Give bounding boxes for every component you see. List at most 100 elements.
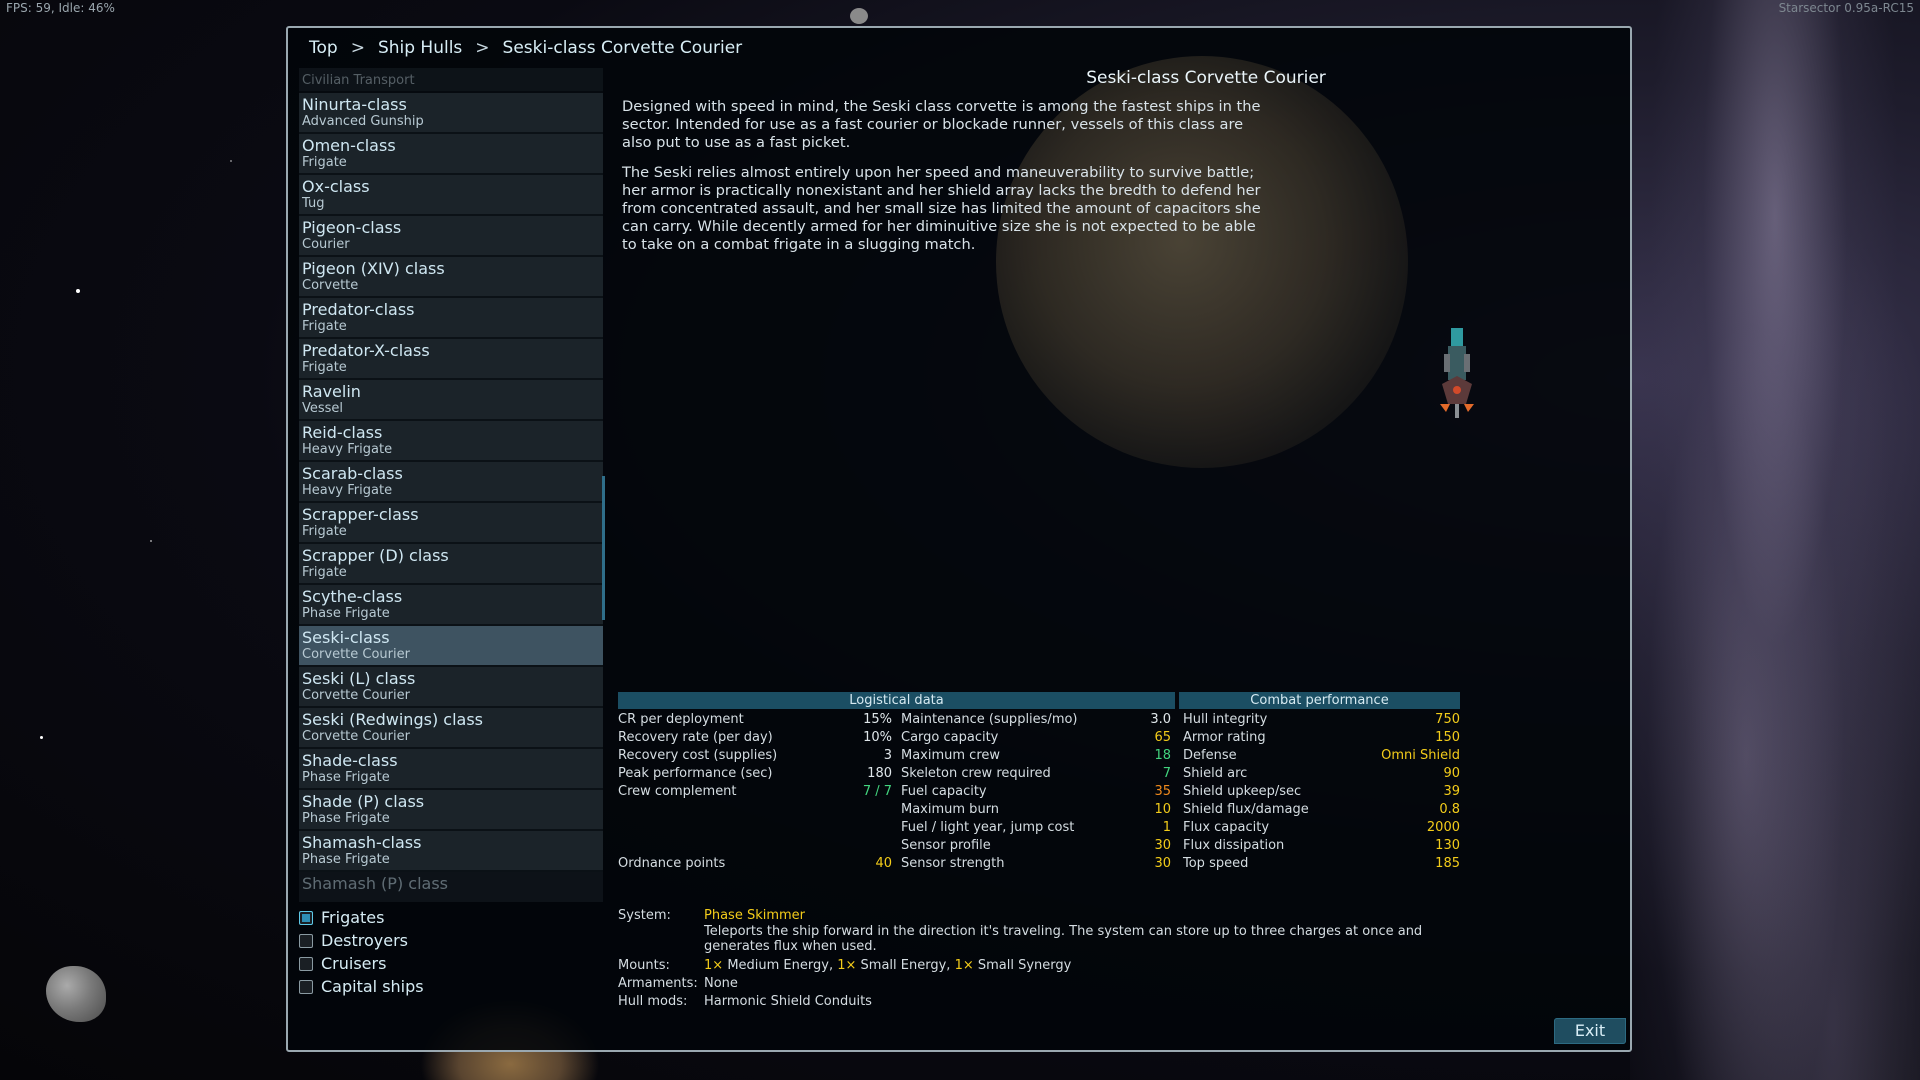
stat-value: 2000 — [1426, 820, 1460, 835]
stat-label: Fuel capacity — [901, 784, 987, 799]
breadcrumb-top[interactable]: Top — [309, 38, 338, 58]
stat-label: Top speed — [1183, 856, 1249, 871]
stat-row: Defense Omni Shield — [1183, 748, 1460, 766]
stat-row: Maximum crew 18 — [901, 748, 1171, 766]
list-scrollbar[interactable] — [602, 476, 605, 620]
ship-list-item-name: Reid-class — [302, 423, 383, 442]
stat-value: 40 — [875, 856, 892, 871]
ship-list-item[interactable]: Shamash (P) class — [299, 872, 603, 902]
ship-list-item[interactable]: Civilian Transport — [299, 68, 603, 93]
stat-row: Flux capacity 2000 — [1183, 820, 1460, 838]
ship-list-item-name: Predator-class — [302, 300, 415, 319]
checkbox-icon[interactable] — [299, 934, 313, 948]
stat-value: 18 — [1154, 748, 1171, 763]
stat-row — [618, 820, 892, 838]
ship-list-item-name: Shamash-class — [302, 833, 422, 852]
filter-checkbox-capital-ships[interactable]: Capital ships — [299, 977, 499, 999]
ship-list-item[interactable]: Scrapper-class Frigate — [299, 503, 603, 544]
stat-label: Recovery cost (supplies) — [618, 748, 778, 763]
ship-list-item[interactable]: Seski (Redwings) class Corvette Courier — [299, 708, 603, 749]
stat-label: Shield arc — [1183, 766, 1248, 781]
stat-row: Cargo capacity 65 — [901, 730, 1171, 748]
stat-label: Maximum burn — [901, 802, 1000, 817]
ship-list-item[interactable]: Scythe-class Phase Frigate — [299, 585, 603, 626]
filter-label: Capital ships — [321, 977, 424, 996]
filter-checkbox-destroyers[interactable]: Destroyers — [299, 931, 499, 953]
hullmods-label: Hull mods: — [618, 994, 688, 1009]
ship-list-item-type: Phase Frigate — [302, 770, 390, 785]
mount-count: 1× — [704, 958, 724, 973]
stat-row — [618, 838, 892, 856]
stat-value: 30 — [1154, 856, 1171, 871]
stat-label: Recovery rate (per day) — [618, 730, 773, 745]
combat-performance-header: Combat performance — [1179, 692, 1460, 709]
ship-list-item-type: Vessel — [302, 401, 344, 416]
ship-list-item[interactable]: Pigeon (XIV) class Corvette — [299, 257, 603, 298]
ship-list-item[interactable]: Scrapper (D) class Frigate — [299, 544, 603, 585]
stat-value: 7 / 7 — [862, 784, 892, 799]
stat-row: Skeleton crew required 7 — [901, 766, 1171, 784]
background-star — [150, 540, 152, 542]
checkbox-icon[interactable] — [299, 957, 313, 971]
mount-type: Small Energy, — [860, 958, 951, 973]
ship-list-item[interactable]: Shade (P) class Phase Frigate — [299, 790, 603, 831]
mount-count: 1× — [954, 958, 974, 973]
filter-checkbox-frigates[interactable]: Frigates — [299, 908, 499, 930]
filter-checkbox-cruisers[interactable]: Cruisers — [299, 954, 499, 976]
ship-list-item[interactable]: Predator-X-class Frigate — [299, 339, 603, 380]
ship-list-item-name: Shade (P) class — [302, 792, 425, 811]
ship-list-item-type: Frigate — [302, 524, 347, 539]
ship-hull-list[interactable]: Civilian Transport Ninurta-class Advanced … — [299, 68, 603, 902]
armaments-value: None — [704, 976, 738, 991]
ship-list-item-name: Predator-X-class — [302, 341, 430, 360]
ship-list-item[interactable]: Ox-class Tug — [299, 175, 603, 216]
ship-list-item-name: Scrapper-class — [302, 505, 419, 524]
ship-list-item[interactable]: Shamash-class Phase Frigate — [299, 831, 603, 872]
ship-list-item-name: Shamash (P) class — [302, 874, 448, 893]
ship-list-item[interactable]: Ninurta-class Advanced Gunship — [299, 93, 603, 134]
ship-list-item-type: Phase Frigate — [302, 606, 390, 621]
moon-icon — [850, 8, 868, 24]
ship-list-item[interactable]: Omen-class Frigate — [299, 134, 603, 175]
ship-list-item[interactable]: Ravelin Vessel — [299, 380, 603, 421]
checkbox-icon[interactable] — [299, 911, 313, 925]
stat-label: Crew complement — [618, 784, 737, 799]
background-star — [230, 160, 232, 162]
breadcrumb-current[interactable]: Seski-class Corvette Courier — [503, 38, 743, 58]
description-paragraph: The Seski relies almost entirely upon he… — [622, 164, 1261, 253]
ship-list-item-name: Scythe-class — [302, 587, 403, 606]
hull-title: Seski-class Corvette Courier — [1086, 68, 1326, 88]
background-nebula — [1630, 0, 1920, 1080]
ship-list-item[interactable]: Seski (L) class Corvette Courier — [299, 667, 603, 708]
stat-row: Flux dissipation 130 — [1183, 838, 1460, 856]
stat-row: Armor rating 150 — [1183, 730, 1460, 748]
breadcrumb-ship-hulls[interactable]: Ship Hulls — [378, 38, 462, 58]
hull-description: Designed with speed in mind, the Seski c… — [622, 98, 1272, 266]
stat-row: Recovery rate (per day) 10% — [618, 730, 892, 748]
ship-list-item[interactable]: Shade-class Phase Frigate — [299, 749, 603, 790]
stat-row: Recovery cost (supplies) 3 — [618, 748, 892, 766]
ship-list-item[interactable]: Predator-class Frigate — [299, 298, 603, 339]
stat-value: 10% — [863, 730, 892, 745]
ship-list-item-type: Courier — [302, 237, 350, 252]
system-description: Teleports the ship forward in the direct… — [704, 924, 1423, 954]
filter-label: Cruisers — [321, 954, 387, 973]
ship-list-item[interactable]: Reid-class Heavy Frigate — [299, 421, 603, 462]
exit-button[interactable]: Exit — [1554, 1018, 1626, 1044]
ship-list-item[interactable]: Scarab-class Heavy Frigate — [299, 462, 603, 503]
stat-row: Fuel / light year, jump cost 1 — [901, 820, 1171, 838]
checkbox-icon[interactable] — [299, 980, 313, 994]
stat-label: Sensor strength — [901, 856, 1005, 871]
stat-row: Sensor profile 30 — [901, 838, 1171, 856]
stat-label: Hull integrity — [1183, 712, 1268, 727]
stat-label: Shield flux/damage — [1183, 802, 1309, 817]
mount-count: 1× — [837, 958, 857, 973]
stat-value: 180 — [867, 766, 892, 781]
ship-list-item-name: Ox-class — [302, 177, 370, 196]
stat-label: Peak performance (sec) — [618, 766, 773, 781]
ship-list-item[interactable]: Pigeon-class Courier — [299, 216, 603, 257]
ship-list-item-type: Frigate — [302, 360, 347, 375]
ship-list-item[interactable]: Seski-class Corvette Courier — [299, 626, 603, 667]
version-label: Starsector 0.95a-RC15 — [1778, 1, 1914, 15]
stat-label: Maximum crew — [901, 748, 1001, 763]
